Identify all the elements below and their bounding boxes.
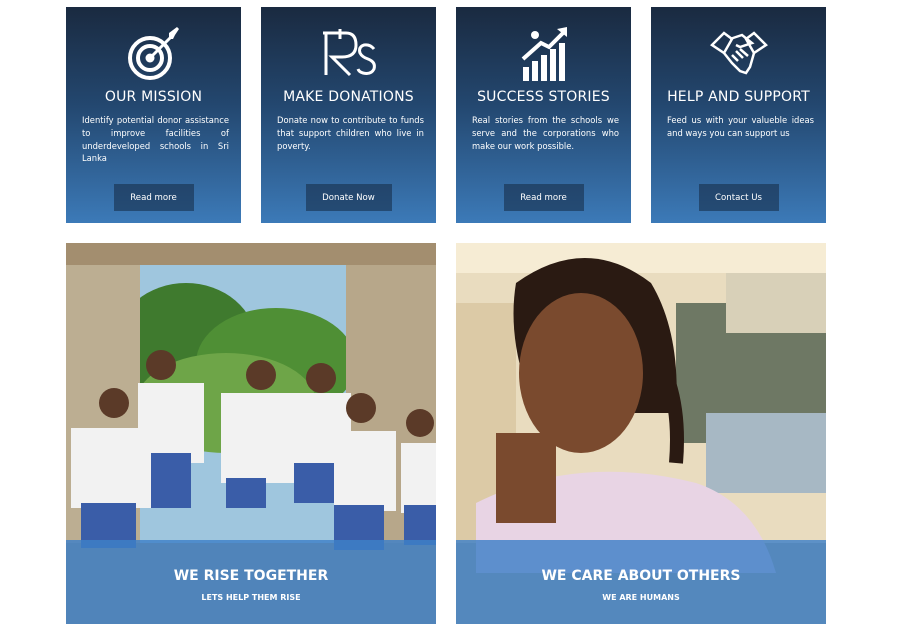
read-more-button[interactable]: Read more <box>503 184 584 211</box>
children-group-photo-banner[interactable]: WE RISE TOGETHER LETS HELP THEM RISE <box>66 243 436 624</box>
card-title: SUCCESS STORIES <box>477 89 610 105</box>
card-title: OUR MISSION <box>104 89 203 105</box>
banner-title: WE RISE TOGETHER <box>173 568 329 584</box>
target-icon <box>66 25 241 83</box>
card-title: MAKE DONATIONS <box>283 89 414 105</box>
banner-subtitle: LETS HELP THEM RISE <box>201 593 301 602</box>
mission-card: OUR MISSION Identify potential donor ass… <box>66 7 241 223</box>
girl-classroom-photo-banner[interactable]: WE CARE ABOUT OTHERS WE ARE HUMANS <box>456 243 826 624</box>
growth-chart-icon <box>456 25 631 83</box>
card-title: HELP AND SUPPORT <box>667 89 810 105</box>
card-text: Feed us with your valueble ideas and way… <box>667 115 814 138</box>
read-more-button[interactable]: Read more <box>113 184 194 211</box>
help-support-card: HELP AND SUPPORT Feed us with your value… <box>651 7 826 223</box>
banner-caption: WE RISE TOGETHER LETS HELP THEM RISE <box>66 540 436 624</box>
donations-card: MAKE DONATIONS Donate now to contribute … <box>261 7 436 223</box>
card-text: Donate now to contribute to funds that s… <box>277 115 424 151</box>
handshake-icon <box>651 25 826 83</box>
banner-title: WE CARE ABOUT OTHERS <box>541 568 741 584</box>
banner-caption: WE CARE ABOUT OTHERS WE ARE HUMANS <box>456 540 826 624</box>
success-stories-card: SUCCESS STORIES Real stories from the sc… <box>456 7 631 223</box>
card-text: Identify potential donor assistance to i… <box>82 115 229 164</box>
contact-us-button[interactable]: Contact Us <box>698 184 779 211</box>
banner-subtitle: WE ARE HUMANS <box>602 593 680 602</box>
rupee-icon <box>261 25 436 83</box>
card-text: Real stories from the schools we serve a… <box>472 115 619 151</box>
donate-now-button[interactable]: Donate Now <box>305 184 392 211</box>
